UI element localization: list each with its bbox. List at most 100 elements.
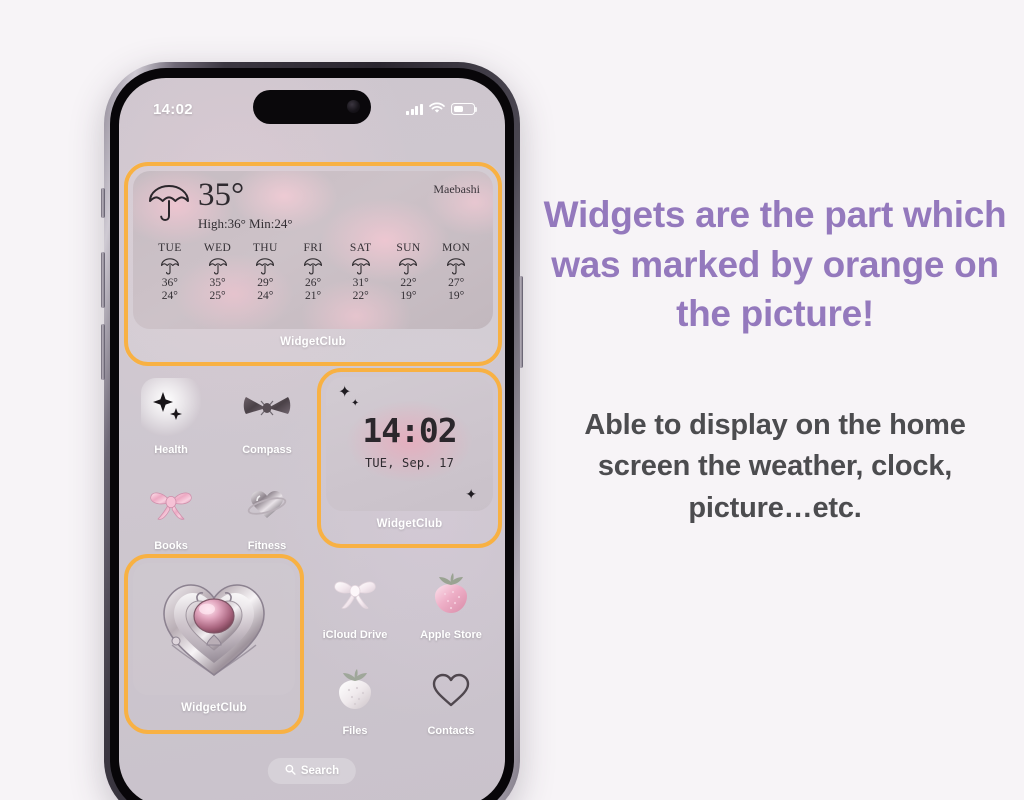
device-bezel: 14:02 35° High:36° Min:24° Maebashi TUE …: [110, 68, 514, 800]
clock-widget-surface: ✦ ✦ ✦ 14:02 TUE, Sep. 17: [326, 377, 493, 511]
power-button[interactable]: [519, 276, 523, 368]
forecast-day: SUN 22° 19°: [385, 242, 433, 302]
forecast-high: 36°: [161, 277, 178, 289]
sparkle-small-icon: ✦: [351, 398, 360, 409]
weather-forecast-row: TUE 36° 24° WED 35° 25° THU 29° 24° FRI 26° 21°…: [133, 232, 493, 302]
silent-switch[interactable]: [101, 188, 105, 218]
app-icon-compass[interactable]: Compass: [227, 378, 307, 456]
weather-widget-surface: 35° High:36° Min:24° Maebashi TUE 36° 24°…: [133, 171, 493, 329]
app-icon-files[interactable]: Files: [315, 659, 395, 737]
widgetclub-locket-widget[interactable]: WidgetClub: [124, 554, 304, 734]
wifi-icon: [429, 101, 445, 118]
forecast-high: 27°: [448, 277, 465, 289]
forecast-day: TUE 36° 24°: [146, 242, 194, 302]
heart-outline-icon: [421, 659, 481, 719]
weather-city-name: Maebashi: [433, 182, 480, 196]
battery-icon: [451, 103, 478, 115]
forecast-day-name: SAT: [349, 242, 372, 254]
locket-widget-label: WidgetClub: [181, 702, 247, 714]
weather-current-block: 35° High:36° Min:24° Maebashi: [133, 171, 493, 232]
forecast-day: MON 27° 19°: [432, 242, 480, 302]
forecast-low: 25°: [209, 290, 226, 302]
weather-high-low: High:36° Min:24°: [198, 216, 293, 231]
forecast-day-name: WED: [203, 242, 232, 254]
weather-widget-label: WidgetClub: [280, 336, 346, 348]
forecast-low: 24°: [257, 290, 274, 302]
app-label: iCloud Drive: [322, 629, 388, 641]
app-icon-apple-store[interactable]: Apple Store: [411, 563, 491, 641]
weather-widget[interactable]: 35° High:36° Min:24° Maebashi TUE 36° 24°…: [124, 162, 502, 366]
umbrella-icon: [351, 257, 371, 275]
forecast-day-name: SUN: [396, 242, 421, 254]
phone-screen: 14:02 35° High:36° Min:24° Maebashi TUE …: [119, 78, 505, 800]
forecast-day-name: THU: [252, 242, 278, 254]
search-icon: [285, 764, 296, 778]
clock-widget-label: WidgetClub: [376, 518, 443, 530]
app-label: Fitness: [247, 540, 287, 552]
app-label: Books: [154, 540, 188, 552]
clock-date: TUE, Sep. 17: [364, 456, 455, 470]
promo-copy-block: Widgets are the part which was marked by…: [540, 190, 1010, 530]
weather-temperature-block: 35° High:36° Min:24°: [198, 179, 293, 232]
forecast-high: 31°: [352, 277, 369, 289]
forecast-day: SAT 31° 22°: [337, 242, 385, 302]
forecast-day-name: FRI: [303, 242, 323, 254]
umbrella-icon: [147, 182, 191, 222]
clock-widget[interactable]: ✦ ✦ ✦ 14:02 TUE, Sep. 17 WidgetClub: [317, 368, 502, 548]
umbrella-icon: [255, 257, 275, 275]
sparkle-icon: [141, 378, 201, 438]
app-icon-icloud-drive[interactable]: iCloud Drive: [315, 563, 395, 641]
app-icon-health[interactable]: Health: [131, 378, 211, 456]
promo-subcopy: Able to display on the home screen the w…: [584, 408, 966, 525]
forecast-low: 22°: [352, 290, 369, 302]
umbrella-icon: [446, 257, 466, 275]
volume-down-button[interactable]: [101, 324, 105, 380]
umbrella-icon: [303, 257, 323, 275]
app-row: Files Contacts: [315, 659, 491, 737]
weather-current-temp: 35°: [198, 177, 245, 213]
silver-heart-locket-icon: [154, 571, 274, 688]
forecast-low: 21°: [304, 290, 322, 302]
status-bar-indicators: [406, 101, 478, 118]
sparkle-corner-icon: ✦: [465, 486, 477, 502]
promo-headline: Widgets are the part which was marked by…: [543, 194, 1007, 335]
forecast-low: 19°: [400, 290, 417, 302]
umbrella-icon: [208, 257, 228, 275]
clock-time: 14:02: [362, 411, 457, 450]
home-screen: 35° High:36° Min:24° Maebashi TUE 36° 24°…: [119, 78, 505, 800]
locket-widget-surface: [133, 563, 295, 695]
forecast-low: 19°: [448, 290, 465, 302]
app-label: Apple Store: [420, 629, 482, 641]
forecast-high: 29°: [257, 277, 274, 289]
app-icon-contacts[interactable]: Contacts: [411, 659, 491, 737]
white-strawberry-icon: [325, 659, 385, 719]
chrome-heart-icon: [237, 474, 297, 534]
app-label: Files: [342, 725, 368, 737]
app-grid-left: Health Compass Books Fitness: [131, 378, 307, 570]
forecast-day-name: TUE: [158, 242, 182, 254]
forecast-high: 22°: [400, 277, 417, 289]
app-grid-right: iCloud Drive Apple Store Files Contacts: [315, 563, 491, 755]
search-pill[interactable]: Search: [267, 758, 357, 784]
iphone-device-frame: 14:02 35° High:36° Min:24° Maebashi TUE …: [101, 62, 523, 800]
app-icon-books[interactable]: Books: [131, 474, 211, 552]
forecast-high: 35°: [209, 277, 226, 289]
dark-bow-icon: [237, 378, 297, 438]
dynamic-island: [253, 90, 371, 124]
app-label: Health: [154, 444, 188, 456]
app-label: Contacts: [427, 725, 475, 737]
app-label: Compass: [242, 444, 292, 456]
sparkle-icon: ✦: [338, 384, 352, 401]
pink-bow-icon: [141, 474, 201, 534]
app-row: Books Fitness: [131, 474, 307, 552]
volume-up-button[interactable]: [101, 252, 105, 308]
app-icon-fitness[interactable]: Fitness: [227, 474, 307, 552]
forecast-day: WED 35° 25°: [194, 242, 242, 302]
forecast-day-name: MON: [442, 242, 471, 254]
umbrella-icon: [160, 257, 180, 275]
pink-strawberry-icon: [421, 563, 481, 623]
white-bow-icon: [325, 563, 385, 623]
app-row: Health Compass: [131, 378, 307, 456]
forecast-day: FRI 26° 21°: [289, 242, 337, 302]
status-bar-time: 14:02: [153, 100, 193, 118]
